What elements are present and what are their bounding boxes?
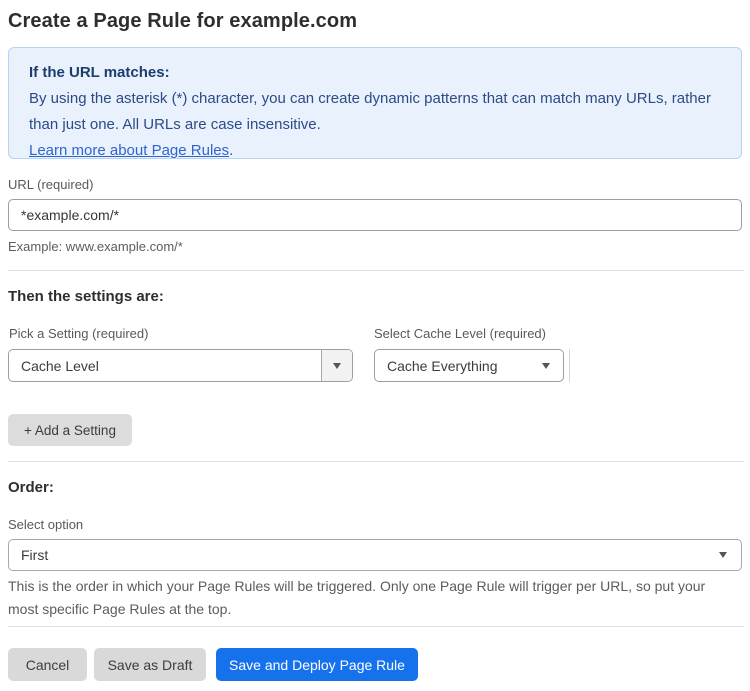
order-section-heading: Order:	[8, 479, 54, 496]
order-select-value: First	[21, 547, 49, 563]
page-title: Create a Page Rule for example.com	[8, 10, 358, 32]
chevron-down-icon	[719, 552, 727, 558]
divider	[8, 270, 744, 271]
info-banner-heading: If the URL matches:	[29, 64, 170, 81]
info-banner-body: By using the asterisk (*) character, you…	[29, 90, 711, 133]
order-select[interactable]: First	[8, 539, 742, 571]
order-helper-text: This is the order in which your Page Rul…	[8, 578, 706, 617]
cache-level-label: Select Cache Level (required)	[374, 326, 546, 341]
setting-row-divider	[569, 349, 570, 382]
settings-section-heading: Then the settings are:	[8, 288, 164, 305]
save-draft-button[interactable]: Save as Draft	[94, 648, 206, 681]
pick-setting-label: Pick a Setting (required)	[9, 326, 149, 341]
learn-more-link[interactable]: Learn more about Page Rules	[29, 142, 229, 159]
url-example-helper: Example: www.example.com/*	[8, 239, 183, 254]
cache-select-value: Cache Everything	[387, 357, 498, 374]
chevron-down-icon	[542, 362, 550, 369]
divider	[8, 626, 744, 627]
divider	[8, 461, 744, 462]
url-matches-info-banner: If the URL matches: By using the asteris…	[8, 47, 742, 159]
cache-level-select[interactable]: Cache Everything	[374, 349, 564, 382]
url-field-label: URL (required)	[8, 177, 94, 192]
save-deploy-button[interactable]: Save and Deploy Page Rule	[216, 648, 418, 681]
setting-select[interactable]: Cache Level	[8, 349, 353, 382]
url-input[interactable]	[8, 199, 742, 231]
link-period: .	[229, 142, 234, 159]
chevron-down-icon[interactable]	[321, 350, 352, 381]
order-select-label: Select option	[8, 517, 84, 532]
cancel-button[interactable]: Cancel	[8, 648, 87, 681]
add-setting-button[interactable]: + Add a Setting	[8, 414, 132, 446]
setting-select-value: Cache Level	[21, 357, 99, 374]
